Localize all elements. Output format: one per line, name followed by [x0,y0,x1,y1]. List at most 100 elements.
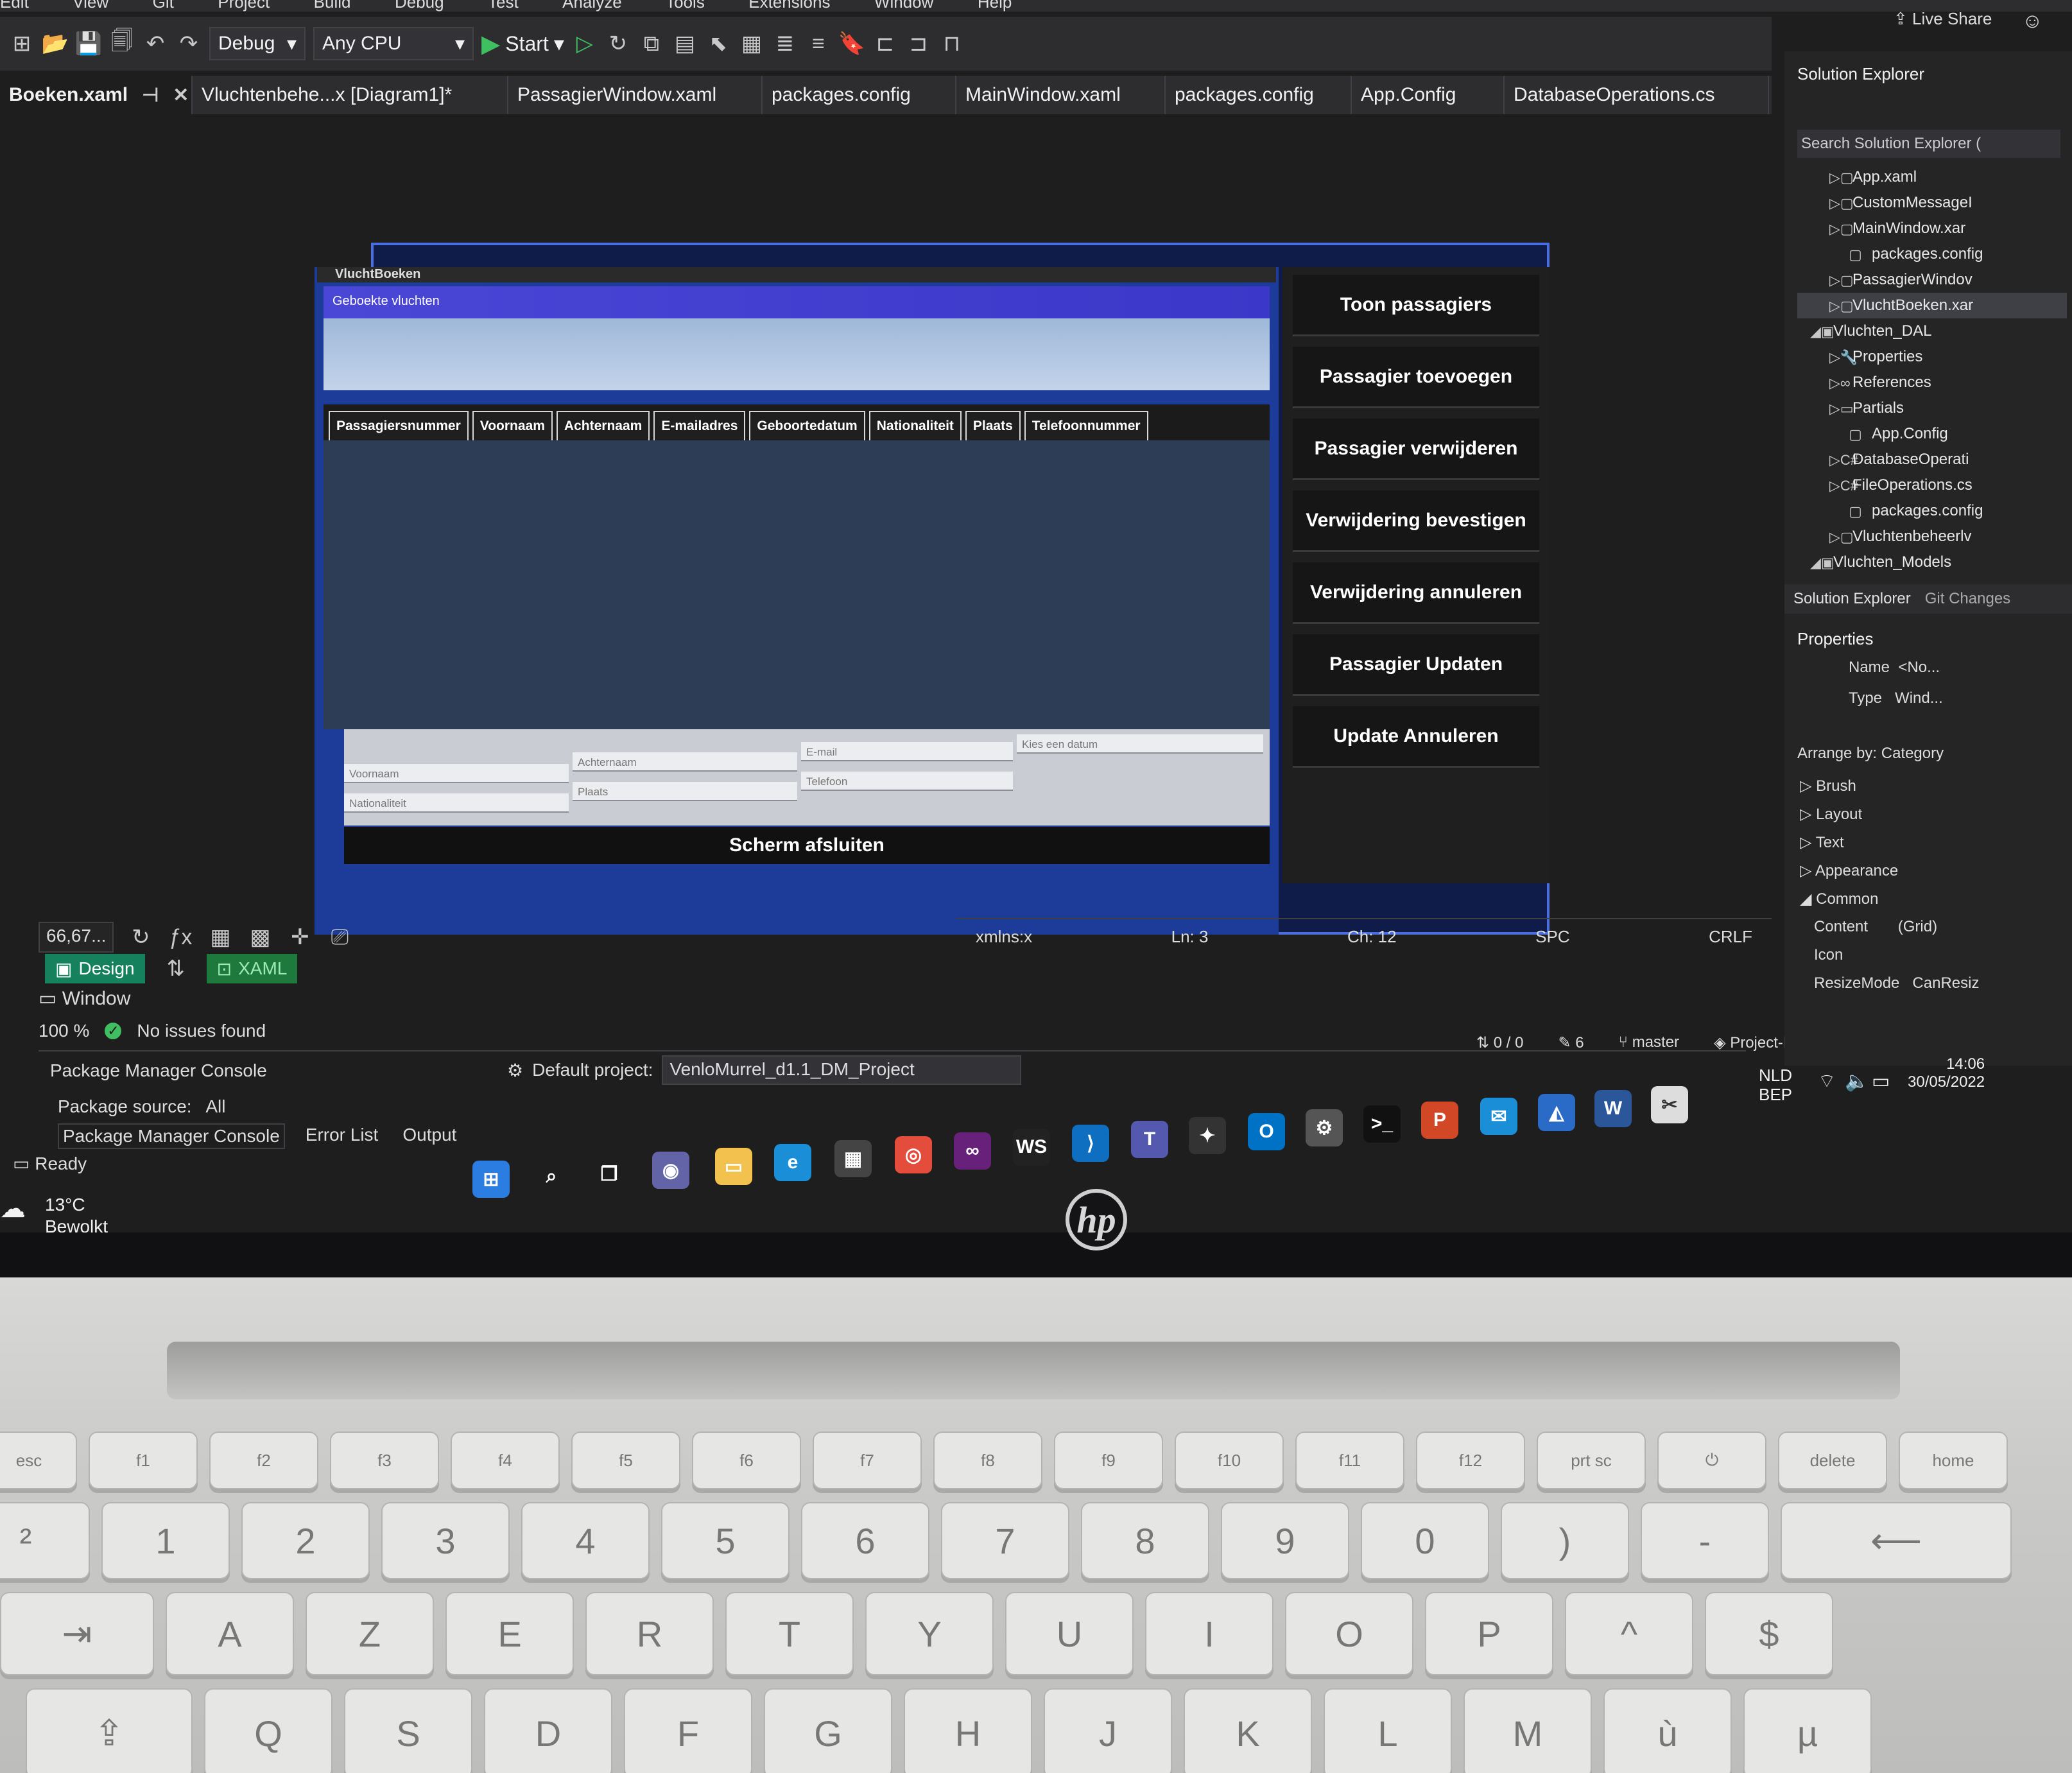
tab-mainwindow[interactable]: MainWindow.xaml [956,76,1166,114]
store-icon[interactable]: ▦ [834,1140,872,1177]
tree-item[interactable]: ▢ packages.config [1797,241,2067,267]
column-header[interactable]: Telefoonnummer [1024,411,1148,440]
tree-item[interactable]: ▷▢ MainWindow.xar [1797,216,2067,241]
start-without-debugging-icon[interactable]: ▷ [572,31,598,56]
language-indicator[interactable]: NLD BEP [1759,1066,1792,1104]
webstorm-icon[interactable]: WS [1013,1129,1050,1166]
tree-item[interactable]: ▷▢ VluchtBoeken.xar [1797,293,2067,318]
category-common[interactable]: ◢ Common [1800,890,1878,908]
column-header[interactable]: Geboortedatum [749,411,865,440]
menu-help[interactable]: Help [978,0,1012,12]
start-icon[interactable]: ⊞ [472,1161,510,1198]
select-element-icon[interactable]: ⬉ [705,31,731,56]
save-all-icon[interactable]: 🗐 [109,29,135,56]
layout-icon[interactable]: ▤ [672,31,698,56]
column-header[interactable]: Achternaam [556,411,650,440]
menu-test[interactable]: Test [488,0,519,12]
tree-item[interactable]: ▷🔧 Properties [1797,344,2067,370]
live-tree-icon[interactable]: ▦ [739,31,764,56]
tab-databaseoperations[interactable]: DatabaseOperations.cs [1505,76,1769,114]
settings-icon[interactable]: ⚙ [1306,1109,1343,1146]
column-header[interactable]: Voornaam [472,411,553,440]
tab-diagram[interactable]: Vluchtenbehe...x [Diagram1]* [193,76,508,114]
category-layout[interactable]: ▷ Layout [1800,805,1862,824]
menu-build[interactable]: Build [314,0,351,12]
chrome-icon[interactable]: ◎ [895,1136,932,1173]
file-explorer-icon[interactable]: ▭ [715,1148,752,1185]
category-appearance[interactable]: ▷ Appearance [1800,861,1898,880]
xmlns-select[interactable]: xmlns:x [976,927,1032,947]
battery-icon[interactable]: ▭ [1872,1072,1890,1091]
hot-reload-icon[interactable]: ↻ [605,31,631,56]
device-icon[interactable]: ⎚ [327,924,352,950]
teams-icon[interactable]: T [1131,1121,1168,1158]
undo-icon[interactable]: ↶ [142,31,168,56]
search-icon[interactable]: ⌕ [533,1158,570,1195]
photos-icon[interactable]: ◭ [1538,1094,1575,1131]
tree-item[interactable]: ▷C# FileOperations.cs [1797,472,2067,498]
uncomment-icon[interactable]: ≡ [806,31,831,56]
column-header[interactable]: Nationaliteit [868,411,962,440]
wifi-icon[interactable]: ⌔ [1818,1072,1836,1091]
column-header[interactable]: Plaats [965,411,1021,440]
update-passenger-button[interactable]: Passagier Updaten [1293,634,1539,696]
name-value[interactable]: <No... [1898,659,1940,676]
menu-edit[interactable]: Edit [0,0,29,12]
close-icon[interactable]: ✕ [173,84,189,107]
tree-item[interactable]: ◢▣ Vluchten_DAL [1797,318,2067,344]
date-picker[interactable]: Kies een datum [1017,734,1263,754]
email-field[interactable]: E-mail [801,742,1013,761]
pin-icon[interactable]: ⊣ [142,84,159,107]
nationaliteit-field[interactable]: Nationaliteit [344,793,569,813]
redo-icon[interactable]: ↷ [176,31,202,56]
swap-panes-icon[interactable]: ⇅ [163,956,189,982]
comment-icon[interactable]: ≣ [772,31,798,56]
tab-app-config[interactable]: App.Config [1352,76,1505,114]
menu-extensions[interactable]: Extensions [748,0,830,12]
chat-icon[interactable]: ◉ [652,1152,689,1189]
fx-icon[interactable]: ƒx [168,924,193,950]
tree-item[interactable]: ▷C# DatabaseOperati [1797,447,2067,472]
tree-item[interactable]: ▷∞ References [1797,370,2067,395]
clock[interactable]: 14:06 30/05/2022 [1908,1055,1985,1091]
tab-packages-config-2[interactable]: packages.config [1166,76,1352,114]
next-bookmark-icon[interactable]: ⊐ [906,31,931,56]
cancel-update-button[interactable]: Update Annuleren [1293,706,1539,768]
category-brush[interactable]: ▷ Brush [1800,777,1856,795]
edge-icon[interactable]: e [774,1144,811,1181]
add-passenger-button[interactable]: Passagier toevoegen [1293,347,1539,408]
menu-project[interactable]: Project [218,0,270,12]
task-view-icon[interactable]: ❐ [591,1155,628,1193]
tree-item[interactable]: ▷▢ CustomMessageI [1797,190,2067,216]
tab-solution-explorer[interactable]: Solution Explorer [1793,590,1911,608]
spc-indicator[interactable]: SPC [1535,927,1569,947]
close-screen-button[interactable]: Scherm afsluiten [344,827,1270,864]
prev-bookmark-icon[interactable]: ⊏ [872,31,898,56]
weather-widget[interactable]: ☁ 13°C Bewolkt [0,1194,108,1232]
menu-analyze[interactable]: Analyze [562,0,622,12]
new-item-icon[interactable]: ⊞ [9,31,35,56]
mail-icon[interactable]: ✉ [1480,1098,1517,1135]
confirm-delete-button[interactable]: Verwijdering bevestigen [1293,490,1539,552]
menu-tools[interactable]: Tools [666,0,705,12]
app-icon[interactable]: ✦ [1189,1117,1226,1154]
browse-icon[interactable]: ⧉ [639,31,664,56]
grid-icon[interactable]: ▦ [207,924,233,950]
column-header[interactable]: Passagiersnummer [329,411,469,440]
volume-icon[interactable]: 🔈 [1845,1072,1869,1091]
clear-bookmarks-icon[interactable]: ⊓ [939,31,965,56]
cancel-delete-button[interactable]: Verwijdering annuleren [1293,562,1539,624]
configuration-select[interactable]: Debug ▾ [209,27,306,60]
menu-window[interactable]: Window [874,0,933,12]
tree-item[interactable]: ▢ packages.config [1797,498,2067,524]
settings-icon[interactable]: ⚙ [507,1060,523,1081]
menu-view[interactable]: View [73,0,108,12]
tab-packages-config-1[interactable]: packages.config [763,76,956,114]
open-folder-icon[interactable]: 📂 [42,31,69,56]
scope-selector[interactable]: ▭ Window [39,987,130,1010]
wpf-window-preview[interactable]: VluchtBoeken Geboekte vluchten Passagier… [315,267,1279,935]
vscode-icon[interactable]: ⟩ [1072,1125,1109,1162]
snipping-tool-icon[interactable]: ✂ [1651,1086,1688,1123]
terminal-icon[interactable]: >_ [1363,1105,1401,1143]
snap-icon[interactable]: ▩ [247,924,273,950]
